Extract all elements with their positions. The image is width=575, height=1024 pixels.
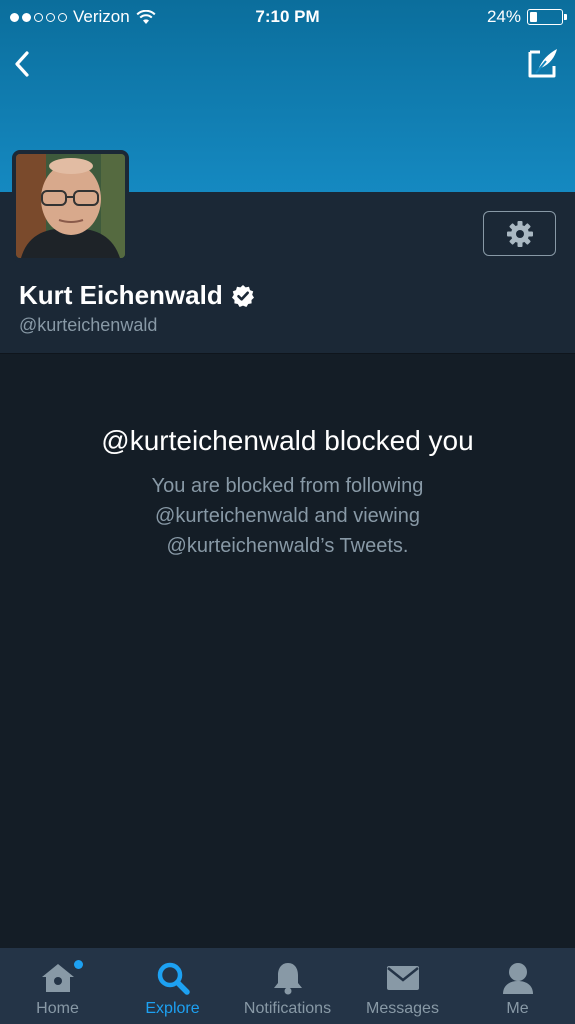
profile-photo-icon xyxy=(16,154,125,258)
bottom-tab-bar: Home Explore Notifications Messages Me xyxy=(0,948,575,1024)
avatar[interactable] xyxy=(12,150,129,262)
chevron-left-icon xyxy=(15,51,29,77)
blocked-description-line: @kurteichenwald and viewing xyxy=(155,505,420,527)
tab-explore[interactable]: Explore xyxy=(115,948,230,1024)
profile-handle: @kurteichenwald xyxy=(19,315,158,335)
tab-notifications-label: Notifications xyxy=(243,1000,332,1017)
compose-tweet-button[interactable] xyxy=(525,44,561,82)
new-content-indicator xyxy=(74,960,83,969)
status-bar: Verizon 7:10 PM 24% xyxy=(0,0,575,34)
tab-messages-label: Messages xyxy=(366,1000,439,1017)
verified-badge-icon xyxy=(231,284,254,307)
signal-strength-icon xyxy=(10,12,67,22)
blocked-description: You are blocked from following @kurteich… xyxy=(108,471,468,561)
bell-icon xyxy=(272,960,304,996)
status-left: Verizon xyxy=(10,7,156,27)
home-icon xyxy=(40,960,76,996)
battery-icon xyxy=(527,9,567,25)
battery-fill xyxy=(530,12,538,22)
blocked-title: @kurteichenwald blocked you xyxy=(101,425,474,456)
tab-messages[interactable]: Messages xyxy=(345,948,460,1024)
envelope-icon xyxy=(385,960,421,996)
carrier-label: Verizon xyxy=(73,7,130,26)
gear-icon xyxy=(506,220,533,247)
display-name: Kurt Eichenwald xyxy=(19,280,223,310)
tab-home[interactable]: Home xyxy=(0,948,115,1024)
profile-settings-button[interactable] xyxy=(483,211,556,256)
blocked-description-line: @kurteichenwald’s Tweets. xyxy=(166,535,409,557)
person-icon xyxy=(501,960,535,996)
blocked-message: @kurteichenwald blocked you You are bloc… xyxy=(0,425,575,561)
back-button[interactable] xyxy=(8,45,36,83)
status-right: 24% xyxy=(486,7,567,27)
battery-percent: 24% xyxy=(486,7,521,26)
tab-notifications[interactable]: Notifications xyxy=(230,948,345,1024)
tab-me[interactable]: Me xyxy=(460,948,575,1024)
wifi-icon xyxy=(136,9,156,24)
tab-explore-label: Explore xyxy=(145,1000,200,1017)
blocked-description-line: You are blocked from following xyxy=(151,475,424,497)
profile-name-row: Kurt Eichenwald xyxy=(19,280,255,311)
tab-me-label: Me xyxy=(506,1000,529,1017)
compose-icon xyxy=(528,49,557,78)
tab-home-label: Home xyxy=(36,1000,79,1017)
search-icon xyxy=(156,960,190,996)
